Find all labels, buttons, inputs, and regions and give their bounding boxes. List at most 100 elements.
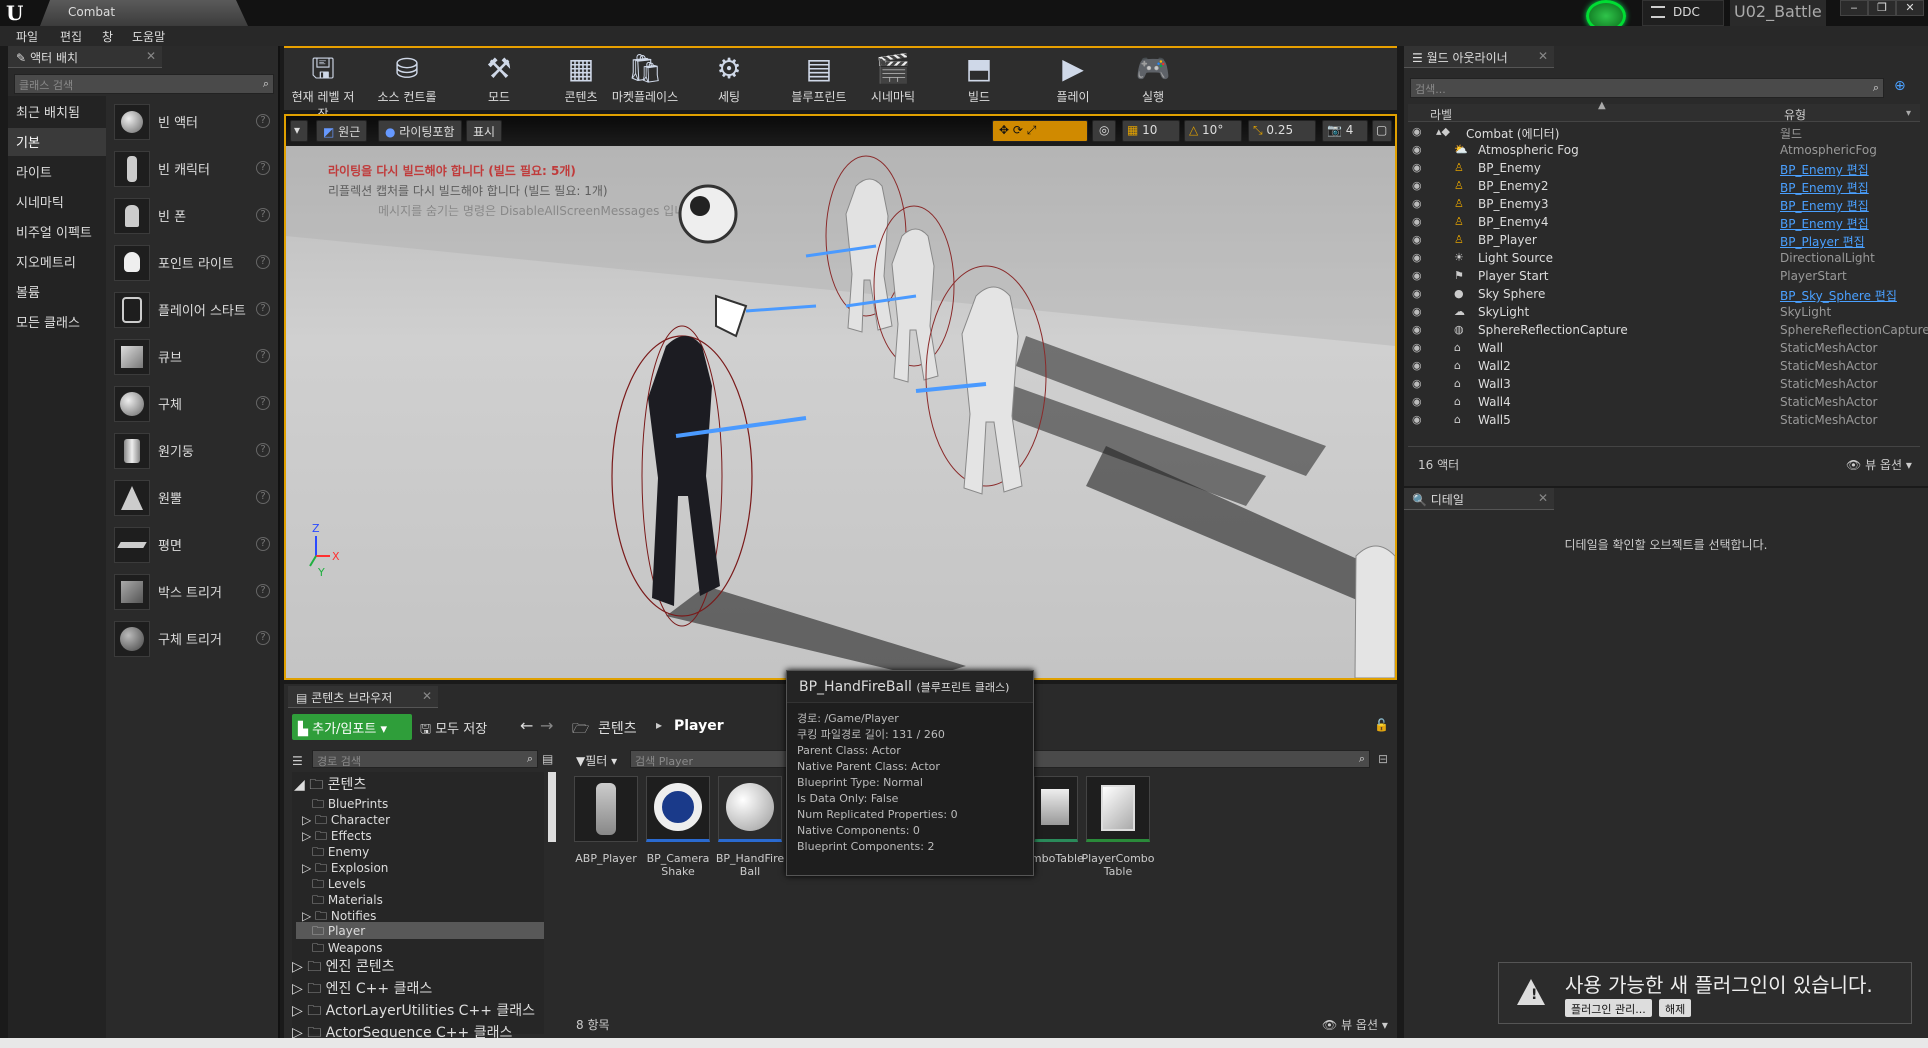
place-actors-tab[interactable]: ✎ 액터 배치 ✕ [8, 46, 162, 68]
outliner-row[interactable]: ◉ ⛅ Atmospheric Fog AtmosphericFog [1410, 142, 1920, 160]
tree-actorlayer-cpp[interactable]: ▷ 🗀 ActorLayerUtilities C++ 클래스 [292, 1000, 535, 1024]
help-icon[interactable]: ? [256, 302, 270, 316]
eye-icon[interactable]: ◉ [1412, 125, 1426, 139]
edit-blueprint-link[interactable]: BP_Enemy 편집 [1780, 215, 1869, 232]
eye-icon[interactable]: ◉ [1412, 323, 1426, 337]
menu-window[interactable]: 창 [102, 28, 113, 45]
category-cinematic[interactable]: 시네마틱 [8, 188, 106, 216]
asset-tile[interactable] [1034, 776, 1078, 842]
asset-tile[interactable] [1086, 776, 1150, 842]
close-tab-icon[interactable]: ✕ [1538, 491, 1548, 505]
asset-tile-selected[interactable] [718, 776, 782, 842]
close-button[interactable]: ✕ [1896, 0, 1924, 16]
eye-icon[interactable]: ◉ [1412, 197, 1426, 211]
eye-icon[interactable]: ◉ [1412, 179, 1426, 193]
back-arrow-icon[interactable]: ← [520, 716, 533, 735]
help-icon[interactable]: ? [256, 208, 270, 222]
category-lights[interactable]: 라이트 [8, 158, 106, 186]
help-icon[interactable]: ? [256, 161, 270, 175]
content-view-options[interactable]: 👁 뷰 옵션 ▾ [1322, 1016, 1388, 1033]
outliner-view-options[interactable]: 👁 뷰 옵션 ▾ [1846, 456, 1912, 473]
outliner-row[interactable]: ◉ ⚑ Player Start PlayerStart [1410, 268, 1920, 286]
close-tab-icon[interactable]: ✕ [146, 49, 156, 63]
eye-icon[interactable]: ◉ [1412, 305, 1426, 319]
lock-icon[interactable]: 🔓 [1374, 718, 1389, 732]
breadcrumb-root[interactable]: 콘텐츠 [598, 718, 637, 738]
unreal-logo-icon[interactable]: U [6, 1, 30, 25]
level-viewport[interactable]: ▾ ◩ 원근 ● 라이팅포함 표시 ✥ ⟳ ⤢ ◎ ▦ 10 △ 10° ⤡ 0… [284, 114, 1397, 680]
eye-icon[interactable]: ◉ [1412, 341, 1426, 355]
eye-icon[interactable]: ◉ [1412, 161, 1426, 175]
maximize-viewport-button[interactable]: ▢ [1372, 120, 1392, 142]
actor-item-empty-character[interactable]: 빈 캐릭터? [110, 147, 278, 191]
help-icon[interactable]: ? [256, 490, 270, 504]
outliner-col-type[interactable]: 유형 [1784, 106, 1806, 123]
eye-icon[interactable]: ◉ [1412, 413, 1426, 427]
category-recent[interactable]: 최근 배치됨 [8, 98, 106, 126]
transform-tools[interactable]: ✥ ⟳ ⤢ [992, 120, 1088, 142]
outliner-row[interactable]: ◉ ☀ Light Source DirectionalLight [1410, 250, 1920, 268]
outliner-row[interactable]: ◉ ▴◆ Combat (에디터) 월드 [1410, 124, 1920, 142]
cinematics-button[interactable]: 🎬 시네마틱 [858, 50, 928, 108]
actor-item-plane[interactable]: 평면? [110, 523, 278, 567]
actor-item-point-light[interactable]: 포인트 라이트? [110, 241, 278, 285]
actor-item-cylinder[interactable]: 원기둥? [110, 429, 278, 473]
minimize-button[interactable]: ‒ [1840, 0, 1868, 16]
eye-icon[interactable]: ◉ [1412, 251, 1426, 265]
blueprints-button[interactable]: ▤ 블루프린트 [784, 50, 854, 108]
lighting-mode-button[interactable]: ● 라이팅포함 [378, 120, 462, 142]
marketplace-button[interactable]: 🛍 마켓플레이스 [610, 50, 680, 108]
eye-icon[interactable]: ◉ [1412, 287, 1426, 301]
play-button[interactable]: ▶ 플레이 [1038, 50, 1108, 108]
outliner-row[interactable]: ◉ ⌂ Wall2 StaticMeshActor [1410, 358, 1920, 376]
eye-icon[interactable]: ◉ [1412, 143, 1426, 157]
outliner-row[interactable]: ◉ ⌂ Wall StaticMeshActor [1410, 340, 1920, 358]
outliner-row[interactable]: ◉ ⌂ Wall4 StaticMeshActor [1410, 394, 1920, 412]
actor-item-player-start[interactable]: 플레이어 스타트? [110, 288, 278, 332]
add-import-button[interactable]: ▙ 추가/임포트 ▾ [292, 714, 412, 740]
asset-tile[interactable] [574, 776, 638, 842]
tree-engine-content[interactable]: ▷ 🗀 엔진 콘텐츠 [292, 956, 395, 980]
filter-button[interactable]: ▼필터 ▾ [576, 752, 617, 769]
list-view-icon[interactable]: ▤ [542, 752, 553, 766]
perspective-button[interactable]: ◩ 원근 [316, 120, 368, 142]
camera-speed[interactable]: 📷 4 [1322, 120, 1368, 142]
level-tab[interactable]: Combat [40, 0, 248, 26]
menu-help[interactable]: 도움말 [132, 28, 165, 45]
eye-icon[interactable]: ◉ [1412, 359, 1426, 373]
actor-item-sphere[interactable]: 구체? [110, 382, 278, 426]
category-geometry[interactable]: 지오메트리 [8, 248, 106, 276]
category-visual-effects[interactable]: 비주얼 이펙트 [8, 218, 106, 246]
help-icon[interactable]: ? [256, 537, 270, 551]
help-icon[interactable]: ? [256, 396, 270, 410]
rotation-snap[interactable]: △ 10° [1184, 120, 1242, 142]
content-button[interactable]: ▦ 콘텐츠 [546, 50, 616, 108]
outliner-row[interactable]: ◉ ⌂ Wall5 StaticMeshActor [1410, 412, 1920, 430]
actor-item-empty-pawn[interactable]: 빈 폰? [110, 194, 278, 238]
dismiss-button[interactable]: 해제 [1659, 999, 1692, 1017]
path-search-input[interactable]: 경로 검색 ⌕ [312, 750, 538, 768]
close-tab-icon[interactable]: ✕ [1538, 49, 1548, 63]
source-control-button[interactable]: ⛁ 소스 컨트롤 [372, 50, 442, 108]
edit-blueprint-link[interactable]: BP_Enemy 편집 [1780, 161, 1869, 178]
menu-edit[interactable]: 편집 [60, 28, 82, 45]
eye-icon[interactable]: ◉ [1412, 377, 1426, 391]
eye-icon[interactable]: ◉ [1412, 233, 1426, 247]
grid-snap[interactable]: ▦ 10 [1122, 120, 1180, 142]
manage-plugins-button[interactable]: 플러그인 관리... [1565, 999, 1652, 1017]
outliner-row[interactable]: ◉ ♙ BP_Enemy BP_Enemy 편집 [1410, 160, 1920, 178]
show-button[interactable]: 표시 [466, 120, 503, 142]
help-icon[interactable]: ? [256, 443, 270, 457]
modes-button[interactable]: ⚒ 모드 [464, 50, 534, 108]
edit-blueprint-link[interactable]: BP_Player 편집 [1780, 233, 1865, 250]
eye-icon[interactable]: ◉ [1412, 269, 1426, 283]
help-icon[interactable]: ? [256, 349, 270, 363]
add-filter-icon[interactable]: ⊕ [1894, 78, 1914, 98]
outliner-row[interactable]: ◉ ◍ SphereReflectionCapture SphereReflectio… [1410, 322, 1928, 340]
tree-engine-cpp[interactable]: ▷ 🗀 엔진 C++ 클래스 [292, 978, 432, 1002]
actor-item-cube[interactable]: 큐브? [110, 335, 278, 379]
scale-snap[interactable]: ⤡ 0.25 [1248, 120, 1316, 142]
content-browser-tab[interactable]: ▤ 콘텐츠 브라우저 ✕ [288, 686, 438, 708]
outliner-row[interactable]: ◉ ♙ BP_Player BP_Player 편집 [1410, 232, 1920, 250]
outliner-row[interactable]: ◉ ♙ BP_Enemy3 BP_Enemy 편집 [1410, 196, 1920, 214]
